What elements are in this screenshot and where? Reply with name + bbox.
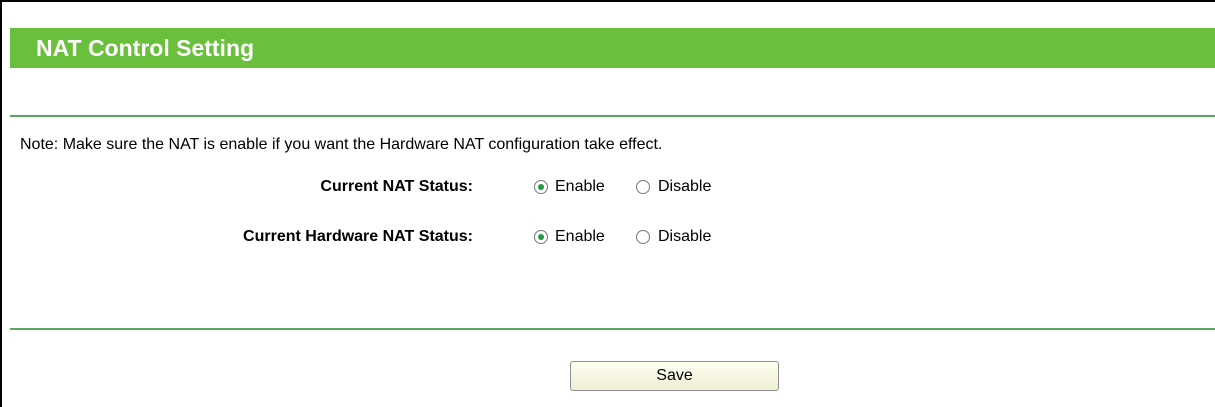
hardware-nat-enable-label[interactable]: Enable (555, 226, 605, 248)
hardware-nat-disable-radio[interactable] (636, 230, 650, 244)
nat-enable-label[interactable]: Enable (555, 176, 605, 198)
nat-disable-label[interactable]: Disable (658, 176, 711, 198)
top-divider (10, 115, 1215, 117)
nat-status-label: Current NAT Status: (320, 178, 473, 195)
nat-status-row: Current NAT Status: Enable Disable (0, 176, 1215, 198)
save-button[interactable]: Save (570, 361, 779, 391)
nat-disable-radio[interactable] (636, 180, 650, 194)
hardware-nat-enable-radio[interactable] (534, 230, 548, 244)
bottom-divider (10, 328, 1215, 330)
hardware-nat-status-label: Current Hardware NAT Status: (243, 228, 473, 245)
hardware-nat-disable-label[interactable]: Disable (658, 226, 711, 248)
section-header: NAT Control Setting (10, 28, 1215, 68)
page-title: NAT Control Setting (36, 35, 255, 61)
note-text: Note: Make sure the NAT is enable if you… (20, 136, 663, 153)
hardware-nat-status-row: Current Hardware NAT Status: Enable Disa… (0, 226, 1215, 248)
nat-enable-radio[interactable] (534, 180, 548, 194)
